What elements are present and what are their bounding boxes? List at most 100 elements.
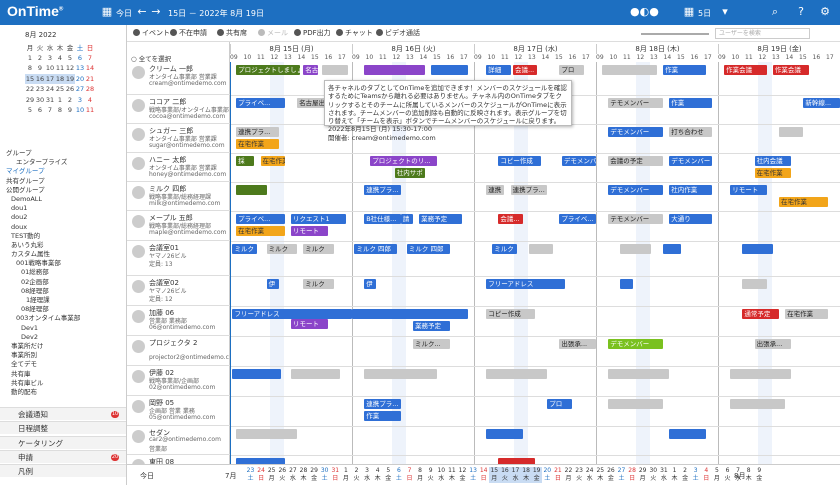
mini-cal-day[interactable]: 3 [45, 53, 55, 64]
event-block[interactable] [742, 244, 773, 254]
event-block[interactable]: 新幹線... [803, 98, 840, 108]
tree-item[interactable]: 共有庫 [0, 370, 126, 379]
mini-cal-day[interactable]: 21 [85, 74, 95, 85]
event-block[interactable]: 作業 [669, 98, 712, 108]
footer-date[interactable]: 25 木 [595, 467, 606, 483]
mini-cal-day[interactable]: 6 [75, 53, 85, 64]
event-block[interactable]: デモメンバー [669, 156, 712, 166]
footer-date[interactable]: 19 金 [531, 467, 543, 483]
footer-date[interactable]: 25 月 [266, 467, 277, 483]
panel-0[interactable]: 会議通知 10 [0, 407, 126, 420]
panel-3[interactable]: 申請 20 [0, 449, 126, 463]
event-block[interactable] [236, 429, 298, 439]
footer-date[interactable]: 8木 [743, 467, 754, 483]
event-block[interactable]: 社内会議 [754, 156, 792, 166]
mini-cal-day[interactable]: 12 [65, 63, 75, 74]
event-block[interactable]: プロジェクトのリ... [370, 156, 438, 166]
mini-cal-day[interactable]: 11 [85, 105, 95, 116]
tree-item[interactable]: 001戦略事業部 [0, 259, 126, 268]
footer-date[interactable]: 28 日 [627, 467, 638, 483]
mini-cal-day[interactable]: 25 [55, 84, 65, 95]
footer-date[interactable]: 15 月 [488, 467, 500, 483]
display-toggle-icon[interactable]: ●◐● [630, 5, 659, 19]
user-row[interactable]: プロジェクタ 2 projector2@ontimedemo.com [127, 336, 230, 366]
footer-date[interactable]: 7日 [404, 467, 415, 483]
event-block[interactable] [608, 369, 670, 379]
footer-date[interactable]: 6火 [722, 467, 733, 483]
event-block[interactable]: ミルク [303, 244, 334, 254]
video-button[interactable]: ビデオ通話 [376, 28, 420, 39]
event-block[interactable]: 詳細 [486, 65, 511, 75]
user-row[interactable]: 加藤 06 営業部 業務部 06@ontimedemo.com [127, 306, 230, 336]
footer-date[interactable]: 4木 [372, 467, 383, 483]
event-block[interactable] [486, 369, 548, 379]
footer-date[interactable]: 31 水 [658, 467, 669, 483]
event-block[interactable]: ミルク 四郎 [354, 244, 398, 254]
event-block[interactable]: 連携プラ... [364, 399, 401, 409]
tree-item[interactable]: Dev1 [0, 324, 126, 333]
mini-cal-day[interactable]: 15 [25, 73, 35, 84]
tree-item[interactable]: グループ [0, 149, 126, 158]
user-row[interactable]: 伊藤 02 戦略事業部/企画部 02@ontimedemo.com [127, 366, 230, 396]
user-row[interactable]: 岡野 05 企画部 営業 業務 05@ontimedemo.com [127, 396, 230, 426]
footer-date[interactable]: 1木 [669, 467, 680, 483]
footer-today[interactable]: 今日 [140, 471, 154, 481]
zoom-slider[interactable] [641, 33, 709, 35]
event-block[interactable] [528, 244, 554, 254]
event-block[interactable]: 在宅作業 [785, 309, 828, 319]
footer-date[interactable]: 14 日 [478, 467, 489, 483]
footer-date[interactable]: 5月 [711, 467, 722, 483]
footer-date[interactable]: 9金 [754, 467, 765, 483]
footer-date[interactable]: 9火 [425, 467, 436, 483]
mini-cal-day[interactable]: 11 [55, 63, 65, 74]
tree-item[interactable]: Dev2 [0, 333, 126, 342]
footer-date[interactable]: 21 日 [552, 467, 563, 483]
mini-cal-day[interactable]: 20 [75, 74, 85, 85]
event-block[interactable]: フリーアドレス [232, 309, 352, 319]
chevron-down-icon[interactable]: ▾ [718, 5, 732, 19]
event-block[interactable]: テモメンバー [608, 98, 664, 108]
tree-item[interactable]: 1経理課 [0, 296, 126, 305]
mini-cal-day[interactable]: 4 [85, 95, 95, 106]
event-block[interactable] [291, 369, 340, 379]
event-block[interactable] [321, 65, 349, 75]
user-row[interactable]: ハニー 太郎 オンタイム事業部 営業課 honey@ontimedemo.com [127, 153, 230, 182]
event-block[interactable] [602, 65, 657, 75]
footer-date[interactable]: 16 火 [499, 467, 511, 483]
event-block[interactable] [779, 127, 804, 137]
search-input[interactable]: ユーザーを検索 [715, 28, 810, 39]
footer-date[interactable]: 12 金 [457, 467, 468, 483]
mini-cal-day[interactable]: 1 [25, 53, 35, 64]
tree-item[interactable]: 動的配布 [0, 388, 126, 397]
event-block[interactable]: 作業会議 [724, 65, 767, 75]
mini-cal-day[interactable]: 10 [75, 105, 85, 116]
event-block[interactable]: 業務予定 [413, 321, 450, 331]
event-block[interactable]: 出張承... [559, 339, 596, 349]
footer-date[interactable]: 3土 [690, 467, 701, 483]
event-block[interactable] [236, 185, 267, 195]
user-row[interactable]: 会議室01 ヤマノ26ビル 定員: 13 [127, 241, 230, 276]
event-block[interactable] [620, 279, 633, 289]
event-block[interactable] [232, 369, 282, 379]
mini-cal-day[interactable]: 27 [75, 84, 85, 95]
tree-item[interactable]: dou2 [0, 213, 126, 222]
tree-item[interactable]: あいう丸彩 [0, 241, 126, 250]
footer-date[interactable]: 24 日 [256, 467, 267, 483]
event-block[interactable]: 作業 [364, 411, 401, 421]
footer-date[interactable]: 2金 [680, 467, 691, 483]
mini-cal-day[interactable]: 2 [35, 53, 45, 64]
mini-cal-day[interactable]: 8 [55, 105, 65, 116]
event-block[interactable]: 社内サポ [394, 168, 426, 178]
event-block[interactable]: 社内作業 [669, 185, 712, 195]
event-block[interactable]: コピー作成 [498, 156, 542, 166]
user-row[interactable]: ココア 二郎 戦略事業部/オンタイム事業部 cocoa@ontimedemo.com [127, 95, 230, 124]
footer-date[interactable]: 24 水 [584, 467, 595, 483]
event-block[interactable] [352, 309, 468, 319]
footer-date[interactable]: 4日 [701, 467, 712, 483]
event-block[interactable] [364, 369, 438, 379]
event-block[interactable] [730, 369, 792, 379]
tree-item[interactable]: dou1 [0, 204, 126, 213]
event-block[interactable]: 請 [400, 214, 413, 224]
mini-cal-day[interactable]: 7 [85, 53, 95, 64]
footer-date[interactable]: 27 水 [287, 467, 298, 483]
